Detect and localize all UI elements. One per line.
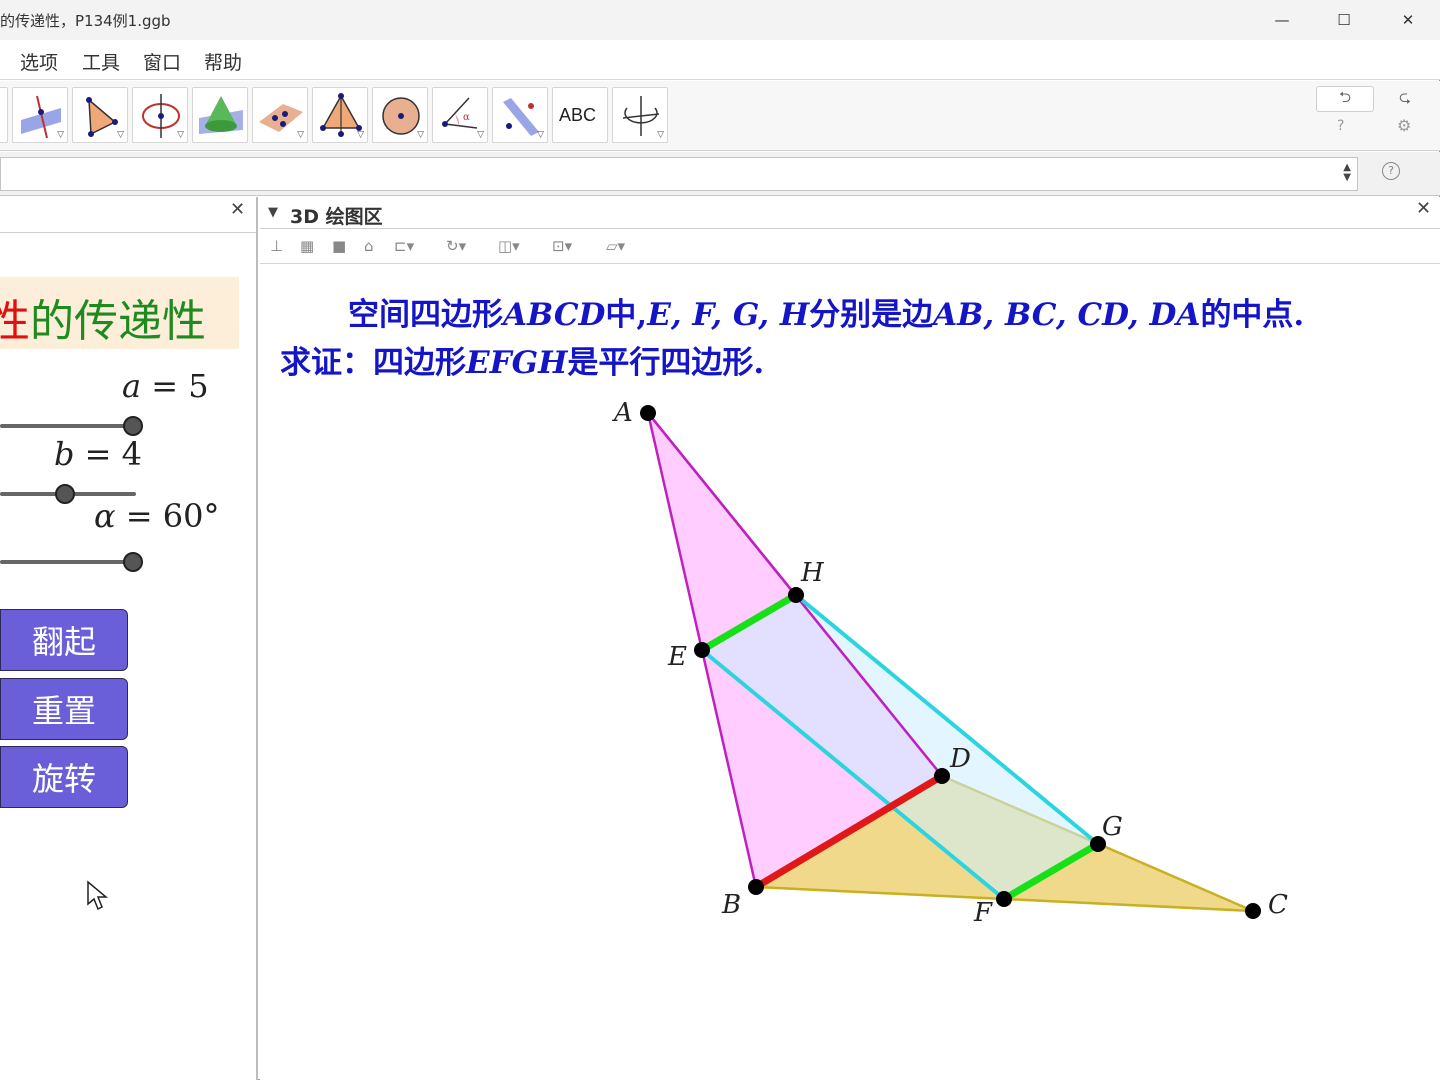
tool-pyramid[interactable]: ▽ [312,87,368,143]
slider-b-knob[interactable] [55,484,75,504]
gear-icon[interactable]: ⚙ [1397,116,1411,135]
tool-angle[interactable]: α ▽ [432,87,488,143]
banner-title: 性的传递性 [0,296,206,347]
expand-icon: ▽ [117,130,124,140]
toolbar: ▽ ▽ ▽ ▽ ▽ ▽ α ▽ ▽ ABC ▽ ⮌ ⮎ ? ⚙ [0,81,1440,151]
point-a[interactable] [640,405,656,421]
expand-icon: ▽ [417,130,424,140]
menu-bar: 选项 工具 窗口 帮助 [0,40,1440,80]
tool-polygon[interactable]: ▽ [72,87,128,143]
slider-alpha-label: α = 60° [94,497,220,535]
tool-move[interactable] [0,87,8,143]
help-icon[interactable]: ? [1337,118,1344,134]
title-bar: 的传递性，P134例1.ggb — ☐ ✕ [0,0,1440,40]
undo-button[interactable]: ⮌ [1316,86,1374,112]
rotate-button[interactable]: 旋转 [0,746,128,808]
reset-button[interactable]: 重置 [0,678,128,740]
svg-text:α: α [463,112,470,123]
point-label-a: A [612,398,633,428]
menu-window[interactable]: 窗口 [143,48,181,75]
mouse-cursor-icon [87,880,109,911]
point-h[interactable] [788,587,804,603]
slider-alpha-knob[interactable] [123,552,143,572]
point-label-b: B [721,890,741,920]
menu-options[interactable]: 选项 [20,48,58,75]
tool-cone[interactable] [192,87,248,143]
point-d[interactable] [934,768,950,784]
text-icon: ABC [559,105,597,125]
point-c[interactable] [1245,903,1261,919]
slider-b-label: b = 4 [54,435,142,473]
slider-alpha-track[interactable] [0,560,134,564]
point-b[interactable] [748,879,764,895]
tool-rotate-view[interactable]: ▽ [612,87,668,143]
point-f[interactable] [996,891,1012,907]
point-label-d: D [949,744,971,774]
tool-line-plane[interactable]: ▽ [12,87,68,143]
tool-sphere[interactable]: ▽ [372,87,428,143]
minimize-button[interactable]: — [1252,0,1312,40]
point-label-h: H [800,558,825,588]
slider-a-track[interactable] [0,424,134,428]
window-title: 的传递性，P134例1.ggb [0,12,171,30]
slider-a-knob[interactable] [123,416,143,436]
expand-icon: ▽ [477,130,484,140]
geogebra-window: 的传递性，P134例1.ggb — ☐ ✕ 选项 工具 窗口 帮助 ▽ ▽ ▽ … [0,0,1440,1080]
graphics-panel: ✕ 性的传递性 a = 5 b = 4 α = 60° 翻起 重置 旋转 [0,197,258,1080]
expand-icon: ▽ [57,130,64,140]
menu-tools[interactable]: 工具 [82,48,120,75]
expand-icon: ▽ [357,130,364,140]
graphics-panel-header: ✕ [0,197,256,233]
geometry-figure: A B C D E F G H [612,398,1288,928]
tool-reflect[interactable]: ▽ [492,87,548,143]
title-banner: 性的传递性 [0,277,239,349]
redo-button[interactable]: ⮎ [1376,86,1434,112]
input-field[interactable]: ▲ ▼ [0,157,1358,191]
point-label-f: F [973,898,993,928]
menu-help[interactable]: 帮助 [204,48,242,75]
cone-icon [199,96,243,134]
tool-points-on-plane[interactable]: ▽ [252,87,308,143]
point-label-g: G [1102,812,1123,842]
point-label-c: C [1268,890,1288,920]
close-icon[interactable]: ✕ [230,199,245,220]
point-e[interactable] [694,642,710,658]
input-bar: ▲ ▼ [0,152,1440,196]
close-button[interactable]: ✕ [1378,0,1438,40]
tool-text[interactable]: ABC [552,87,608,143]
maximize-button[interactable]: ☐ [1314,0,1374,40]
tool-circle-axis[interactable]: ▽ [132,87,188,143]
point-label-e: E [667,642,687,672]
expand-icon: ▽ [657,130,664,140]
expand-icon: ▽ [177,130,184,140]
flip-up-button[interactable]: 翻起 [0,609,128,671]
expand-icon: ▽ [297,130,304,140]
slider-a-label: a = 5 [122,367,209,405]
expand-icon: ▽ [537,130,544,140]
history-arrows-icon[interactable]: ▲ ▼ [1343,163,1351,183]
input-help-icon[interactable]: ? [1382,162,1400,180]
view-3d-panel: ▼ 3D 绘图区 ✕ ⊥ ▦ ■ ⌂ ⊏▾ ↻▾ ◫▾ ⊡▾ ▱▾ 空间四边形A… [260,197,1440,1080]
